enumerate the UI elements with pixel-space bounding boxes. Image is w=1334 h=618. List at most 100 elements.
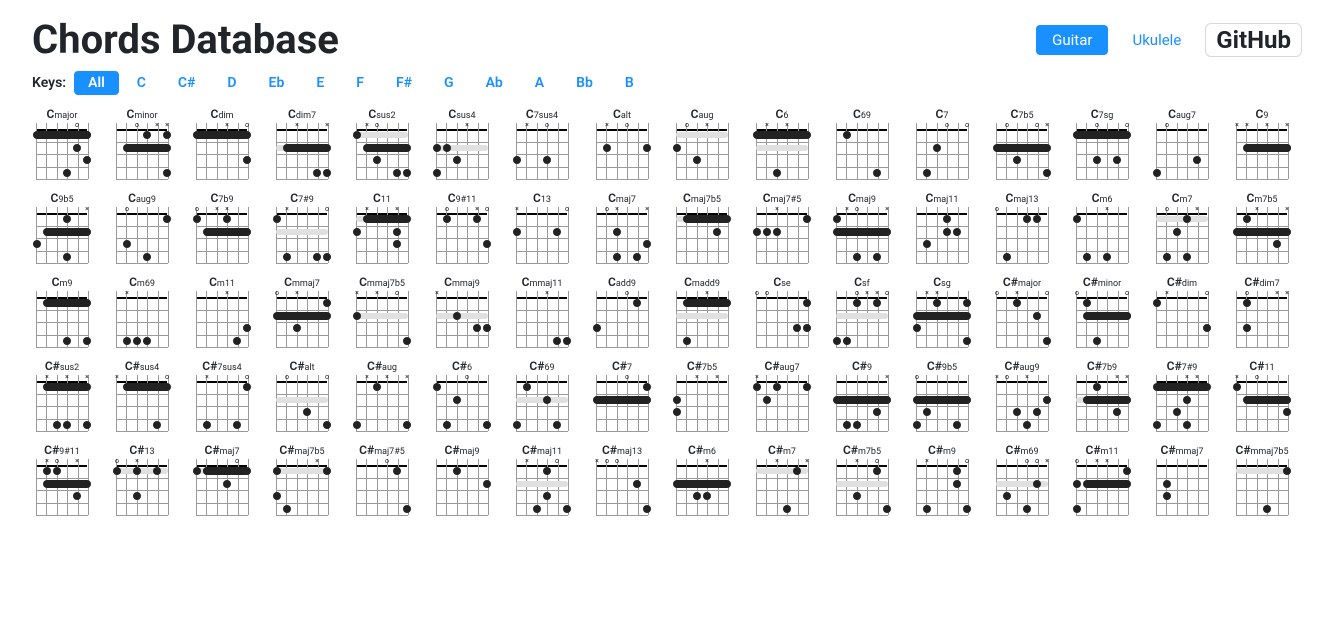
chord-card[interactable]: C#m7b5×o (832, 443, 892, 515)
chord-card[interactable]: C#sus4×o (112, 359, 172, 431)
chord-card[interactable]: Cmaj11 (912, 191, 972, 263)
key-button-d[interactable]: D (213, 71, 250, 95)
chord-card[interactable]: Csus2×o (352, 107, 412, 179)
chord-card[interactable]: C7b5oo× (992, 107, 1052, 179)
chord-card[interactable]: Cmmaj9× (432, 275, 492, 347)
chord-card[interactable]: Csus4× (432, 107, 492, 179)
instrument-ukulele-button[interactable]: Ukulele (1120, 25, 1193, 55)
chord-card[interactable]: C69 (832, 107, 892, 179)
chord-card[interactable]: C#aug7× (752, 359, 812, 431)
key-button-a[interactable]: A (521, 71, 558, 95)
key-button-f[interactable]: F (342, 71, 378, 95)
chord-card[interactable]: C7sus4×o (512, 107, 572, 179)
chord-card[interactable]: Caug7o (1152, 107, 1212, 179)
chord-card[interactable]: Cmmaj7o× (272, 275, 332, 347)
chord-card[interactable]: C#mmaj7 (1152, 443, 1212, 515)
chord-card[interactable]: C7oo (912, 107, 972, 179)
chord-card[interactable]: Cmadd9× (672, 275, 732, 347)
chord-card[interactable]: C#7sus4×o (192, 359, 252, 431)
chord-card[interactable]: C#13o× (112, 443, 172, 515)
fretboard: ×o (276, 207, 328, 263)
chord-card[interactable]: C9#11o×o (432, 191, 492, 263)
chord-card[interactable]: Caug9o (112, 191, 172, 263)
chord-card[interactable]: Cminoro×× (112, 107, 172, 179)
chord-card[interactable]: Cm69× (112, 275, 172, 347)
chord-card[interactable]: C#dim×o (1152, 275, 1212, 347)
key-button-b[interactable]: B (611, 71, 648, 95)
chord-card[interactable]: C#sus2××× (32, 359, 92, 431)
chord-card[interactable]: Cmaj13o (992, 191, 1052, 263)
chord-card[interactable]: C#7o (592, 359, 652, 431)
key-button-c[interactable]: C (123, 71, 160, 95)
chord-card[interactable]: Cmmaj11× (512, 275, 572, 347)
chord-card[interactable]: Caugo× (672, 107, 732, 179)
chord-card[interactable]: Cdim×o (192, 107, 252, 179)
chord-card[interactable]: Cm9 (32, 275, 92, 347)
chord-card[interactable]: C#maj7b5× (272, 443, 332, 515)
chord-card[interactable]: C#mmaj7b5 (1232, 443, 1292, 515)
chord-card[interactable]: C#7b5×× (672, 359, 732, 431)
chord-card[interactable]: Cm11× (192, 275, 252, 347)
chord-card[interactable]: C#7b9×× (1072, 359, 1132, 431)
chord-card[interactable]: C#m7×× (752, 443, 812, 515)
fretboard: ×o (516, 207, 568, 263)
chord-card[interactable]: Cm7b5×× (1232, 191, 1292, 263)
chord-card[interactable]: Cm7o× (1152, 191, 1212, 263)
chord-card[interactable]: Cmaj9×o× (832, 191, 892, 263)
key-button-eb[interactable]: Eb (255, 71, 299, 95)
key-button-fsharp[interactable]: F# (382, 71, 426, 95)
chord-card[interactable]: C#majoro×o (992, 275, 1052, 347)
key-button-ab[interactable]: Ab (472, 71, 517, 95)
chord-card[interactable]: C#altoo (272, 359, 332, 431)
chord-card[interactable]: C#maj9 (432, 443, 492, 515)
chord-card[interactable]: C7sgoo (1072, 107, 1132, 179)
chord-card[interactable]: Csg×× (912, 275, 972, 347)
chord-card[interactable]: Cdim7×× (272, 107, 332, 179)
key-button-all[interactable]: All (74, 71, 119, 95)
key-button-csharp[interactable]: C# (164, 71, 210, 95)
chord-card[interactable]: C#m9×o (912, 443, 972, 515)
chord-card[interactable]: C#aug9×o× (992, 359, 1052, 431)
chord-card[interactable]: C11×× (352, 191, 412, 263)
chord-card[interactable]: C#dim7o×× (1232, 275, 1292, 347)
github-link[interactable]: GitHub (1205, 23, 1302, 57)
chord-card[interactable]: C#minoroo (1072, 275, 1132, 347)
chord-card[interactable]: C#m6× (672, 443, 732, 515)
chord-card[interactable]: C#aug××× (352, 359, 412, 431)
chord-card[interactable]: C#maj11×o (512, 443, 572, 515)
chord-card[interactable]: C#11×o (1232, 359, 1292, 431)
chord-card[interactable]: C#m11o×× (1072, 443, 1132, 515)
chord-card[interactable]: Cmaj7b5 (672, 191, 732, 263)
chord-card[interactable]: Cmaj7o×× (592, 191, 652, 263)
key-button-g[interactable]: G (430, 71, 468, 95)
chord-card[interactable]: C13×o (512, 191, 572, 263)
chord-card[interactable]: C#m69oo× (992, 443, 1052, 515)
chord-card[interactable]: Calt×o (592, 107, 652, 179)
chord-card[interactable]: Csfo××o (832, 275, 892, 347)
chord-card[interactable]: C6×× (752, 107, 812, 179)
chord-card[interactable]: C#maj7#5o (352, 443, 412, 515)
chord-card[interactable]: C9b5× (32, 191, 92, 263)
key-button-bb[interactable]: Bb (562, 71, 607, 95)
chord-card[interactable]: C#9× (832, 359, 892, 431)
chord-name: C#alt (289, 359, 314, 373)
chord-card[interactable]: C#7#9×× (1152, 359, 1212, 431)
chord-card[interactable]: Cmajoro (32, 107, 92, 179)
chord-card[interactable]: C#9b5o (912, 359, 972, 431)
chord-card[interactable]: Cmmaj7b5××o (352, 275, 412, 347)
chord-card[interactable]: C#6o (432, 359, 492, 431)
chord-card[interactable]: C#maj13×oo (592, 443, 652, 515)
key-button-e[interactable]: E (302, 71, 338, 95)
instrument-guitar-button[interactable]: Guitar (1036, 25, 1108, 55)
chord-card[interactable]: C#9#11×o× (32, 443, 92, 515)
chord-card[interactable]: C#maj7o (192, 443, 252, 515)
chord-card[interactable]: C7b9o×× (192, 191, 252, 263)
chord-card[interactable]: C7#9×o (272, 191, 332, 263)
chord-card[interactable]: C9×××× (1232, 107, 1292, 179)
chord-card[interactable]: C#69 (512, 359, 572, 431)
chord-card[interactable]: Cmaj7#5× (752, 191, 812, 263)
chord-card[interactable]: Cadd9o (592, 275, 652, 347)
fretboard (436, 459, 488, 515)
chord-card[interactable]: Cm6× (1072, 191, 1132, 263)
chord-card[interactable]: Cseoo (752, 275, 812, 347)
